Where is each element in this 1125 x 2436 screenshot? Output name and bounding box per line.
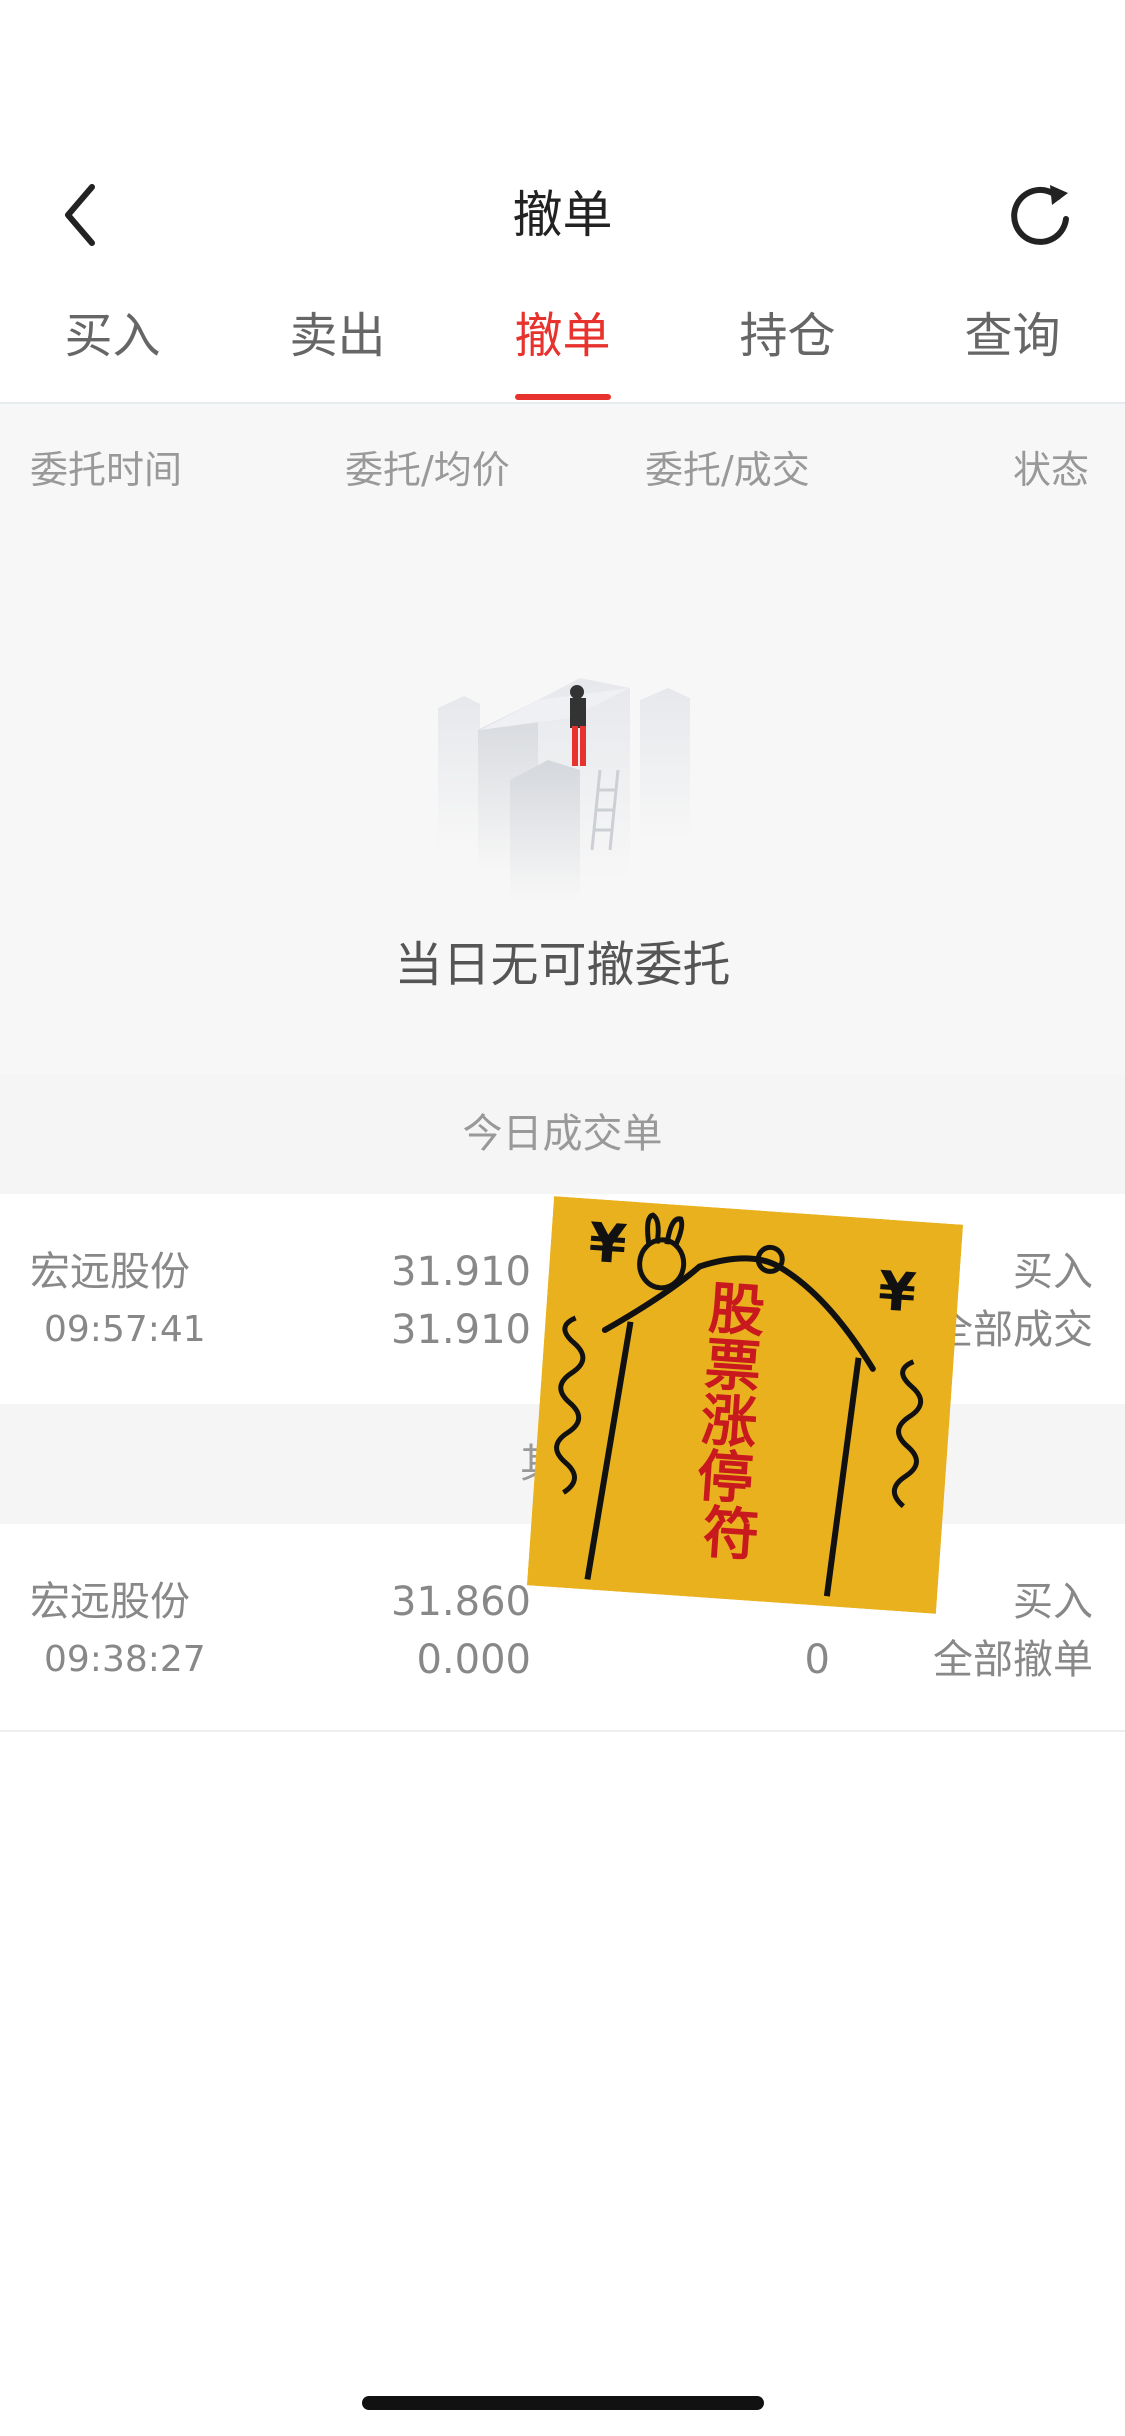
page-title: 撤单 <box>512 186 613 244</box>
section-header-today-deals: 今日成交单 <box>0 1074 1125 1194</box>
column-header-time: 委托时间 <box>30 448 183 492</box>
tab-buy[interactable]: 买入 <box>0 300 225 372</box>
column-header-price: 委托/均价 <box>345 448 510 492</box>
tab-positions[interactable]: 持仓 <box>675 300 900 372</box>
svg-text:¥: ¥ <box>876 1259 918 1324</box>
home-indicator <box>362 2396 764 2410</box>
active-tab-indicator <box>515 394 611 400</box>
tab-bar: 买入 卖出 撤单 持仓 查询 <box>0 300 1125 400</box>
order-time: 09:38:27 <box>44 1639 206 1680</box>
refresh-button[interactable] <box>1000 175 1080 255</box>
order-status: 全部撤单 <box>933 1637 1093 1683</box>
lucky-sticker: ¥ ¥ 股 票 涨 停 符 <box>526 1196 964 1614</box>
tab-query[interactable]: 查询 <box>900 300 1125 372</box>
column-header-quantity: 委托/成交 <box>645 448 810 492</box>
empty-buildings-illustration <box>420 660 710 900</box>
average-price: 0.000 <box>416 1637 531 1683</box>
deal-quantity: 0 <box>804 1637 830 1683</box>
svg-text:¥: ¥ <box>587 1211 629 1276</box>
tab-cancel[interactable]: 撤单 <box>450 300 675 372</box>
order-price: 31.910 <box>391 1249 531 1295</box>
trade-direction: 买入 <box>1013 1249 1093 1295</box>
order-time: 09:57:41 <box>44 1309 206 1350</box>
stock-name: 宏远股份 <box>30 1249 190 1295</box>
average-price: 31.910 <box>391 1307 531 1353</box>
trade-direction: 买入 <box>1013 1579 1093 1625</box>
stock-name: 宏远股份 <box>30 1579 190 1625</box>
column-header-status: 状态 <box>1013 448 1090 492</box>
empty-state-text: 当日无可撤委托 <box>394 937 731 993</box>
tab-sell[interactable]: 卖出 <box>225 300 450 372</box>
order-price: 31.860 <box>391 1579 531 1625</box>
divider <box>0 1730 1125 1732</box>
refresh-icon <box>1011 185 1069 245</box>
